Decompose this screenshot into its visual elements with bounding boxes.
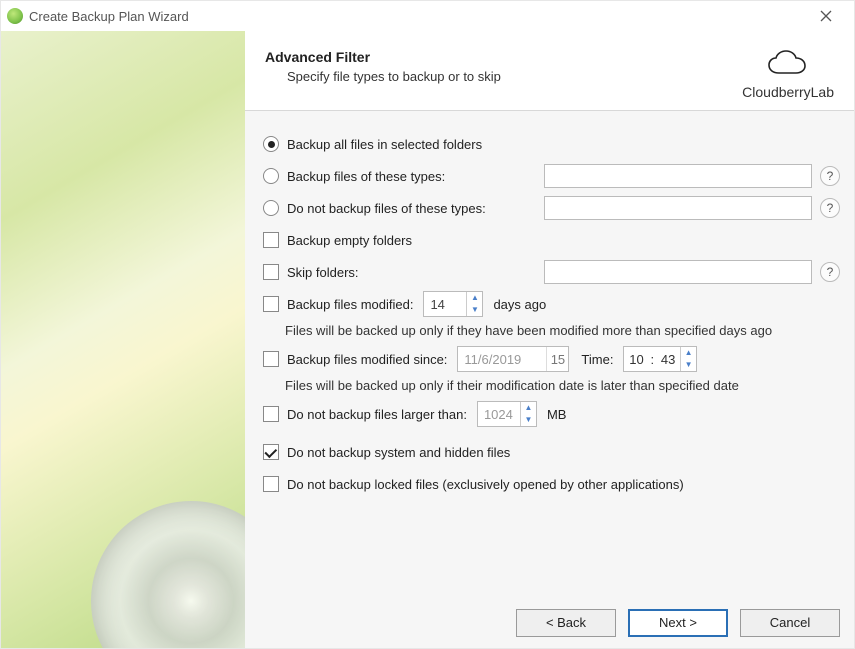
label-time: Time: [581, 352, 613, 367]
input-modified-since-date[interactable] [458, 347, 546, 371]
window-title: Create Backup Plan Wizard [29, 9, 189, 24]
radio-backup-types[interactable] [263, 168, 279, 184]
help-skip-types[interactable]: ? [820, 198, 840, 218]
spinner-up-icon[interactable]: ▲ [467, 292, 482, 304]
spinner-up-icon[interactable]: ▲ [681, 347, 696, 359]
check-modified-days[interactable] [263, 296, 279, 312]
check-larger-than[interactable] [263, 406, 279, 422]
app-icon [7, 8, 23, 24]
label-modified-since[interactable]: Backup files modified since: [287, 352, 447, 367]
label-skip-system-hidden[interactable]: Do not backup system and hidden files [287, 445, 510, 460]
disc-graphic-icon [78, 488, 245, 648]
brand: CloudberryLab [742, 49, 834, 100]
time-colon: : [648, 347, 656, 371]
radio-backup-all[interactable] [263, 136, 279, 152]
input-skip-folders[interactable] [544, 260, 812, 284]
page-title: Advanced Filter [265, 49, 742, 65]
back-button[interactable]: < Back [516, 609, 616, 637]
page-subtitle: Specify file types to backup or to skip [287, 69, 742, 84]
wizard-header: Advanced Filter Specify file types to ba… [245, 31, 854, 111]
label-backup-types[interactable]: Backup files of these types: [287, 169, 445, 184]
calendar-icon[interactable]: 15 [546, 347, 568, 371]
close-button[interactable] [804, 2, 848, 30]
suffix-larger-than: MB [547, 407, 567, 422]
datepicker-modified-since[interactable]: 15 [457, 346, 569, 372]
spinner-larger-than[interactable]: ▲ ▼ [477, 401, 537, 427]
label-skip-types[interactable]: Do not backup files of these types: [287, 201, 486, 216]
spinner-down-icon[interactable]: ▼ [521, 414, 536, 426]
check-skip-locked[interactable] [263, 476, 279, 492]
brand-cloud-icon [742, 49, 834, 82]
timepicker-modified-since[interactable]: : ▲ ▼ [623, 346, 697, 372]
input-time-minute[interactable] [656, 347, 680, 371]
check-skip-folders[interactable] [263, 264, 279, 280]
brand-name: CloudberryLab [742, 84, 834, 100]
hint-modified-since: Files will be backed up only if their mo… [285, 378, 840, 393]
input-skip-types[interactable] [544, 196, 812, 220]
label-larger-than[interactable]: Do not backup files larger than: [287, 407, 467, 422]
input-backup-types[interactable] [544, 164, 812, 188]
cancel-button[interactable]: Cancel [740, 609, 840, 637]
label-skip-folders[interactable]: Skip folders: [287, 265, 359, 280]
help-backup-types[interactable]: ? [820, 166, 840, 186]
radio-skip-types[interactable] [263, 200, 279, 216]
label-skip-locked[interactable]: Do not backup locked files (exclusively … [287, 477, 684, 492]
hint-modified-days: Files will be backed up only if they hav… [285, 323, 840, 338]
check-backup-empty[interactable] [263, 232, 279, 248]
close-icon [820, 10, 832, 22]
spinner-down-icon[interactable]: ▼ [681, 359, 696, 371]
wizard-window: Create Backup Plan Wizard Advanced Filte… [0, 0, 855, 649]
label-backup-all[interactable]: Backup all files in selected folders [287, 137, 482, 152]
help-skip-folders[interactable]: ? [820, 262, 840, 282]
check-modified-since[interactable] [263, 351, 279, 367]
wizard-content: Backup all files in selected folders Bac… [245, 111, 854, 596]
wizard-sidebar-graphic [1, 31, 245, 648]
input-time-hour[interactable] [624, 347, 648, 371]
check-skip-system-hidden[interactable] [263, 444, 279, 460]
input-modified-days[interactable] [424, 292, 466, 316]
wizard-footer: < Back Next > Cancel [245, 596, 854, 648]
titlebar: Create Backup Plan Wizard [1, 1, 854, 31]
next-button[interactable]: Next > [628, 609, 728, 637]
suffix-modified-days: days ago [493, 297, 546, 312]
spinner-modified-days[interactable]: ▲ ▼ [423, 291, 483, 317]
spinner-up-icon[interactable]: ▲ [521, 402, 536, 414]
label-backup-empty[interactable]: Backup empty folders [287, 233, 412, 248]
input-larger-than[interactable] [478, 402, 520, 426]
spinner-down-icon[interactable]: ▼ [467, 304, 482, 316]
label-modified-days[interactable]: Backup files modified: [287, 297, 413, 312]
